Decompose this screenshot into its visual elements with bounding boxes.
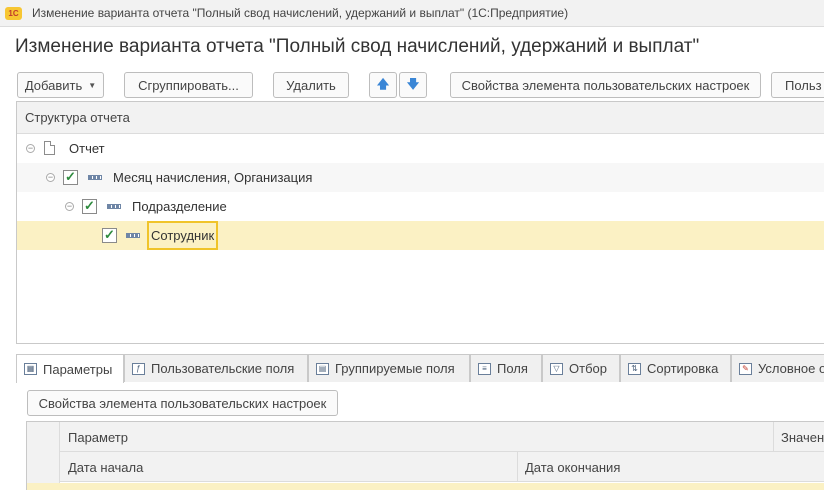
column-header-end-date[interactable]: Дата окончания <box>517 452 620 482</box>
grouping-icon <box>88 175 102 180</box>
tree-row-label: Месяц начисления, Организация <box>113 170 313 185</box>
tree-row-report[interactable]: − Отчет <box>17 134 824 163</box>
sort-icon: ⇅ <box>628 362 641 375</box>
group-button-label: Сгруппировать... <box>138 77 239 93</box>
tab-filter[interactable]: ▽ Отбор <box>542 354 620 382</box>
grouping-icon <box>126 233 140 238</box>
tree-row-employee[interactable]: ✓ Сотрудник <box>17 221 824 250</box>
tree-header-label: Структура отчета <box>25 110 130 125</box>
parameters-table: Параметр Значен Дата начала Дата окончан… <box>26 421 824 490</box>
tab-label: Поля <box>497 361 528 376</box>
row-marker-column <box>27 422 60 490</box>
tab-label: Пользовательские поля <box>151 361 295 376</box>
arrow-down-icon: 🡇 <box>406 76 420 91</box>
chevron-down-icon: ▼ <box>88 80 97 90</box>
column-header-label: Дата начала <box>68 459 144 475</box>
user-settings-properties-label: Свойства элемента пользовательских настр… <box>461 77 750 93</box>
settings-tabs: ▦ Параметры ƒ Пользовательские поля ▤ Гр… <box>16 354 824 383</box>
selected-table-row[interactable] <box>27 483 824 490</box>
tab-label: Группируемые поля <box>335 361 455 376</box>
report-structure-tree: Структура отчета − Отчет − ✓ Месяц начис… <box>16 101 824 344</box>
group-button[interactable]: Сгруппировать... <box>124 72 253 98</box>
collapse-icon[interactable]: − <box>26 144 35 153</box>
row-checkbox[interactable]: ✓ <box>82 199 97 214</box>
app-logo-icon: 1С <box>5 6 22 20</box>
window-titlebar: 1С Изменение варианта отчета "Полный сво… <box>0 0 824 27</box>
parameters-icon: ▦ <box>24 363 37 375</box>
table-header-row: Параметр Значен <box>60 422 824 452</box>
delete-button[interactable]: Удалить <box>273 72 349 98</box>
tab-label: Сортировка <box>647 361 719 376</box>
column-header-parameter[interactable]: Параметр <box>60 422 128 452</box>
move-up-button[interactable]: 🡅 <box>369 72 397 98</box>
tree-row-label: Отчет <box>69 141 105 156</box>
tab-label: Условное о <box>758 361 824 376</box>
user-settings-button-truncated[interactable]: Польз <box>771 72 824 98</box>
tree-row-department[interactable]: − ✓ Подразделение <box>17 192 824 221</box>
tab-conditional-format[interactable]: ✎ Условное о <box>731 354 824 382</box>
add-button-label: Добавить <box>24 77 83 93</box>
row-checkbox[interactable]: ✓ <box>63 170 78 185</box>
element-properties-button[interactable]: Свойства элемента пользовательских настр… <box>27 390 338 416</box>
conditional-format-icon: ✎ <box>739 362 752 375</box>
collapse-icon[interactable]: − <box>46 173 55 182</box>
column-header-value[interactable]: Значен <box>773 422 824 452</box>
tab-fields[interactable]: ≡ Поля <box>470 354 542 382</box>
column-header-label: Дата окончания <box>525 459 621 475</box>
collapse-icon[interactable]: − <box>65 202 74 211</box>
tree-header: Структура отчета <box>17 102 824 134</box>
user-settings-truncated-label: Польз <box>785 77 822 93</box>
column-header-start-date[interactable]: Дата начала <box>60 452 143 482</box>
user-settings-properties-button[interactable]: Свойства элемента пользовательских настр… <box>450 72 761 98</box>
tree-row-label-focused[interactable]: Сотрудник <box>147 221 219 250</box>
window-title: Изменение варианта отчета "Полный свод н… <box>32 6 569 20</box>
delete-button-label: Удалить <box>286 77 336 93</box>
element-properties-label: Свойства элемента пользовательских настр… <box>38 395 327 411</box>
custom-fields-icon: ƒ <box>132 362 145 375</box>
column-header-label: Параметр <box>68 429 128 445</box>
grouping-fields-icon: ▤ <box>316 362 329 375</box>
filter-icon: ▽ <box>550 362 563 375</box>
tab-sort[interactable]: ⇅ Сортировка <box>620 354 731 382</box>
tree-row-label: Подразделение <box>132 199 227 214</box>
tab-grouping-fields[interactable]: ▤ Группируемые поля <box>308 354 470 382</box>
document-icon <box>44 141 55 155</box>
move-down-button[interactable]: 🡇 <box>399 72 427 98</box>
tab-label: Отбор <box>569 361 607 376</box>
row-checkbox[interactable]: ✓ <box>102 228 117 243</box>
grouping-icon <box>107 204 121 209</box>
page-title: Изменение варианта отчета "Полный свод н… <box>15 36 700 57</box>
tab-label: Параметры <box>43 361 113 377</box>
fields-icon: ≡ <box>478 362 491 375</box>
tab-parameters[interactable]: ▦ Параметры <box>16 354 124 383</box>
tab-custom-fields[interactable]: ƒ Пользовательские поля <box>124 354 308 382</box>
arrow-up-icon: 🡅 <box>376 76 390 91</box>
add-button[interactable]: Добавить ▼ <box>17 72 104 98</box>
tree-row-month-org[interactable]: − ✓ Месяц начисления, Организация <box>17 163 824 192</box>
column-header-label: Значен <box>781 429 824 445</box>
table-subheader-row: Дата начала Дата окончания <box>60 452 824 482</box>
